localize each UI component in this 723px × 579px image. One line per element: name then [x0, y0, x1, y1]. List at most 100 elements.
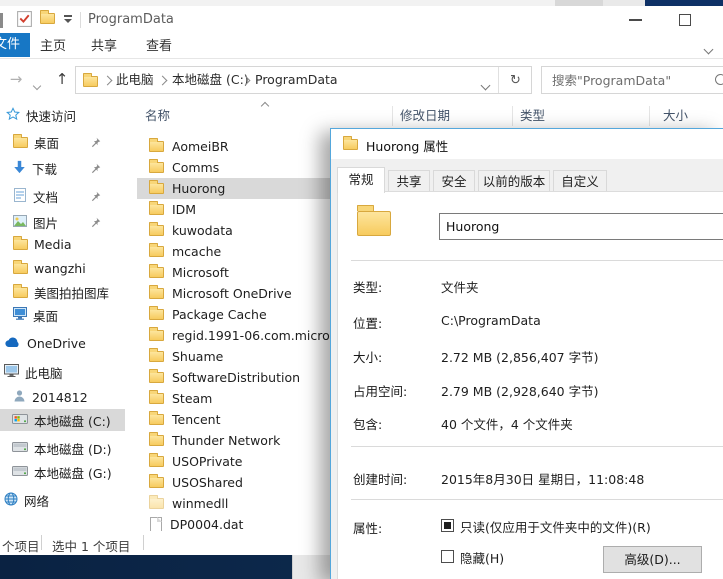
address-bar[interactable]: 此电脑 本地磁盘 (C:) ProgramData ↻ [75, 66, 532, 94]
dialog-row-value: 2.79 MB (2,928,640 字节) [441, 384, 599, 399]
sidebar-item-desktop-qa[interactable]: 桌面 [0, 131, 125, 153]
ribbon-expand-button[interactable] [703, 41, 719, 55]
pin-icon [90, 190, 101, 205]
dialog-title: Huorong 属性 [366, 139, 449, 154]
address-dropdown-button[interactable] [480, 77, 491, 92]
folder-icon [149, 222, 164, 236]
folder-icon [83, 73, 98, 87]
ribbon-tab-share[interactable]: 共享 [84, 36, 124, 58]
sidebar-item-meitu-library[interactable]: 美图拍拍图库 [0, 281, 125, 303]
folder-icon [149, 180, 164, 194]
file-name: Thunder Network [172, 433, 281, 448]
folder-icon [149, 390, 164, 404]
chevron-down-icon [703, 44, 714, 55]
dialog-row-label: 占用空间: [353, 384, 408, 399]
sidebar-item-onedrive[interactable]: OneDrive [0, 332, 125, 354]
sidebar-item-this-pc[interactable]: 此电脑 [0, 361, 125, 383]
dialog-tab-sharing[interactable]: 共享 [388, 170, 430, 192]
properties-check-icon [16, 11, 33, 31]
breadcrumb-this-pc[interactable]: 此电脑 [116, 67, 154, 93]
dialog-row-value: 2.72 MB (2,856,407 字节) [441, 350, 599, 365]
file-name: mcache [172, 244, 222, 259]
sidebar-item-label: Media [34, 236, 72, 252]
column-header-modified[interactable]: 修改日期 [400, 105, 450, 127]
dialog-tab-previous-versions[interactable]: 以前的版本 [478, 170, 550, 192]
dialog-separator [351, 499, 723, 500]
column-separator[interactable] [649, 106, 650, 126]
dialog-row-value: 文件夹 [441, 280, 479, 295]
file-name: Steam [172, 391, 213, 406]
pin-icon [90, 216, 101, 231]
sidebar-item-label: 本地磁盘 (D:) [34, 441, 112, 457]
folder-icon [343, 136, 358, 150]
breadcrumb-separator-icon [157, 75, 168, 86]
file-name: Comms [172, 160, 220, 175]
drive-icon [12, 465, 28, 480]
caret-down-icon [64, 19, 72, 23]
sidebar-item-label: 美图拍拍图库 [34, 285, 110, 301]
dialog-tab-customize[interactable]: 自定义 [553, 170, 607, 192]
sidebar-item-label: 桌面 [33, 308, 59, 324]
column-separator[interactable] [392, 106, 393, 126]
ribbon-tab-file[interactable]: 文件 [0, 33, 30, 57]
dialog-row-label: 位置: [353, 316, 383, 331]
properties-dialog: Huorong 属性 常规 共享 安全 以前的版本 自定义 类型: 文件夹 位置… [330, 128, 723, 579]
dialog-tab-security[interactable]: 安全 [433, 170, 475, 192]
chevron-down-icon [32, 81, 42, 91]
sidebar-item-local-disk-d[interactable]: 本地磁盘 (D:) [0, 437, 125, 459]
search-box[interactable] [541, 66, 723, 94]
sidebar-item-local-disk-g[interactable]: 本地磁盘 (G:) [0, 461, 125, 483]
sidebar-item-wangzhi[interactable]: wangzhi [0, 257, 125, 279]
sidebar-item-documents[interactable]: 文档 [0, 185, 125, 207]
column-header-type[interactable]: 类型 [520, 105, 545, 127]
up-button[interactable]: ↑ [50, 66, 74, 92]
sidebar-item-local-disk-c[interactable]: 本地磁盘 (C:) [0, 409, 125, 431]
breadcrumb-local-disk-c[interactable]: 本地磁盘 (C:) [172, 67, 249, 93]
sidebar-item-label: 此电脑 [25, 365, 63, 381]
file-name: kuwodata [172, 223, 233, 238]
qat-new-folder-button[interactable] [40, 10, 55, 24]
file-name: Microsoft [172, 265, 229, 280]
file-name: Shuame [172, 349, 224, 364]
forward-button[interactable]: → [4, 66, 28, 92]
folder-icon [149, 285, 164, 299]
file-name: SoftwareDistribution [172, 370, 301, 385]
file-name: regid.1991-06.com.microsoft [172, 328, 354, 343]
hidden-checkbox[interactable] [441, 550, 454, 563]
breadcrumb-programdata[interactable]: ProgramData [255, 67, 338, 93]
folder-icon [149, 243, 164, 257]
folder-icon [149, 453, 164, 467]
refresh-button[interactable]: ↻ [499, 67, 532, 93]
desktop-icon [13, 307, 27, 323]
advanced-button[interactable]: 高级(D)... [603, 546, 702, 573]
file-icon [150, 517, 162, 532]
qat-customize-button[interactable] [62, 15, 74, 25]
folder-icon [13, 259, 28, 274]
folder-icon [149, 474, 164, 488]
dialog-separator [351, 260, 723, 261]
sidebar-item-desktop[interactable]: 桌面 [0, 304, 125, 326]
ribbon-tab-view[interactable]: 查看 [139, 36, 179, 58]
drive-windows-icon [12, 413, 28, 428]
sidebar-item-user-2014812[interactable]: 2014812 [0, 386, 125, 408]
ribbon-tab-home[interactable]: 主页 [33, 36, 73, 58]
search-input[interactable] [550, 72, 704, 89]
column-header-name[interactable]: 名称 [145, 105, 170, 127]
column-header-size[interactable]: 大小 [663, 105, 688, 127]
qat-properties-button[interactable] [16, 10, 33, 31]
network-globe-icon [4, 492, 18, 509]
readonly-checkbox[interactable] [441, 519, 454, 532]
maximize-button[interactable] [662, 6, 708, 34]
column-separator[interactable] [512, 106, 513, 126]
sidebar-item-media[interactable]: Media [0, 233, 125, 255]
folder-name-input[interactable] [439, 213, 723, 240]
file-name: IDM [172, 202, 197, 217]
sidebar-item-network[interactable]: 网络 [0, 489, 125, 511]
sidebar-item-downloads[interactable]: 下载 [0, 157, 125, 179]
dialog-created-label: 创建时间: [353, 472, 408, 487]
sidebar-item-quick-access[interactable]: 快速访问 [0, 104, 125, 126]
sidebar-item-pictures[interactable]: 图片 [0, 211, 125, 233]
minimize-button[interactable] [612, 6, 658, 34]
recent-locations-button[interactable] [32, 77, 42, 92]
dialog-tab-general[interactable]: 常规 [337, 167, 385, 193]
